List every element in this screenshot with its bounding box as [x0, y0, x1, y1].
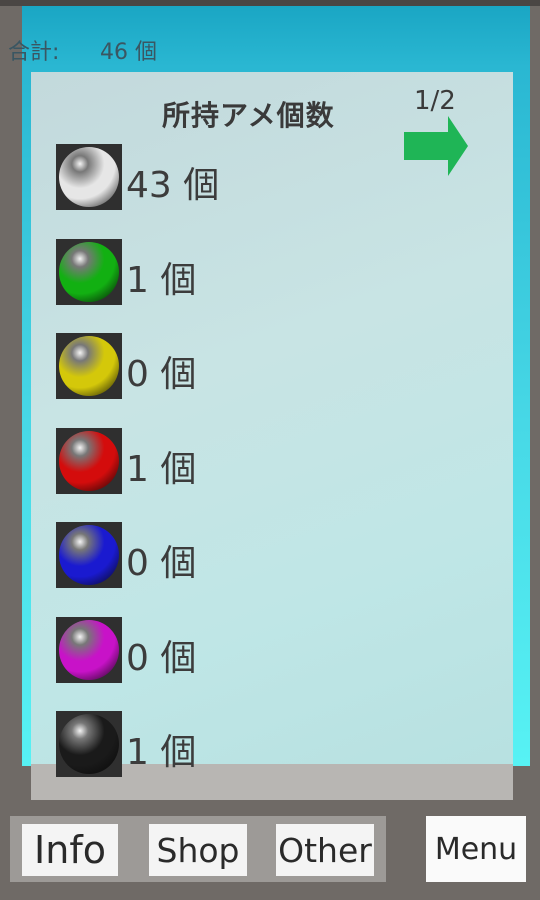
right-arrow-icon [404, 116, 468, 176]
candy-count: 0 個 [126, 354, 197, 395]
candy-count: 43 個 [126, 165, 220, 206]
magenta-candy-icon [59, 620, 119, 680]
candy-row-white: 43 個 [56, 144, 356, 210]
red-candy-icon [59, 431, 119, 491]
menu-button[interactable]: Menu [426, 816, 526, 882]
candy-count: 0 個 [126, 638, 197, 679]
yellow-candy-icon [59, 336, 119, 396]
candy-icon-frame [56, 617, 122, 683]
candy-icon-frame [56, 144, 122, 210]
candy-row-black: 1 個 [56, 711, 356, 777]
page-indicator: 1/2 [414, 86, 456, 116]
green-candy-icon [59, 242, 119, 302]
other-tab[interactable]: Other [276, 824, 374, 876]
info-tab[interactable]: Info [22, 824, 118, 876]
candy-icon-frame [56, 333, 122, 399]
candy-icon-frame [56, 239, 122, 305]
candy-count: 1 個 [126, 732, 197, 773]
candy-count: 1 個 [126, 260, 197, 301]
panel-title: 所持アメ個数 [162, 99, 335, 132]
candy-row-magenta: 0 個 [56, 617, 356, 683]
candy-row-yellow: 0 個 [56, 333, 356, 399]
candy-icon-frame [56, 711, 122, 777]
black-candy-icon [59, 714, 119, 774]
total-label: 合計: [8, 40, 60, 65]
next-page-button[interactable] [402, 116, 470, 176]
candy-count: 0 個 [126, 543, 197, 584]
shop-tab[interactable]: Shop [149, 824, 247, 876]
candy-icon-frame [56, 428, 122, 494]
candy-icon-frame [56, 522, 122, 588]
candy-row-green: 1 個 [56, 239, 356, 305]
candy-row-blue: 0 個 [56, 522, 356, 588]
blue-candy-icon [59, 525, 119, 585]
total-value: 46 個 [100, 40, 157, 65]
candy-row-red: 1 個 [56, 428, 356, 494]
white-candy-icon [59, 147, 119, 207]
candy-count: 1 個 [126, 449, 197, 490]
